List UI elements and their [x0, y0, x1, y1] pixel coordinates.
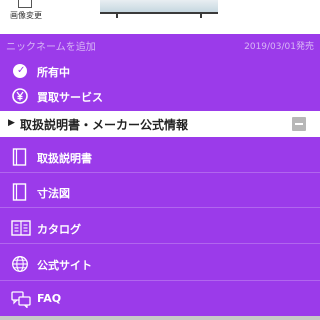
catalog-label: カタログ	[37, 223, 81, 236]
manual-icon	[11, 148, 29, 166]
minus-icon[interactable]	[292, 117, 306, 131]
dimension-icon	[11, 183, 29, 201]
change-image-label: 画像変更	[10, 11, 42, 20]
manual-item[interactable]: 取扱説明書	[0, 146, 320, 168]
dimension-item[interactable]: 寸法図	[0, 181, 320, 203]
product-image	[100, 0, 218, 18]
manual-label: 取扱説明書	[37, 152, 92, 165]
owned-status-item[interactable]: ✓ 所有中	[0, 60, 320, 82]
faq-icon	[11, 290, 31, 308]
divider	[0, 207, 320, 208]
catalog-item[interactable]: カタログ	[0, 217, 320, 239]
manual-section-header[interactable]: ▶ 取扱説明書・メーカー公式情報	[0, 111, 320, 137]
official-site-item[interactable]: 公式サイト	[0, 253, 320, 275]
official-site-label: 公式サイト	[37, 259, 92, 272]
buyback-service-label: 買取サービス	[37, 91, 103, 104]
owned-status-label: 所有中	[37, 66, 70, 79]
bottom-divider	[0, 316, 320, 320]
divider	[0, 243, 320, 244]
globe-icon	[11, 255, 29, 273]
check-circle-icon: ✓	[11, 62, 29, 80]
triangle-right-icon: ▶	[8, 118, 15, 128]
release-date: 2019/03/01発売	[244, 42, 314, 52]
faq-label: FAQ	[37, 292, 62, 305]
nickname-field[interactable]: ニックネームを追加	[6, 38, 96, 53]
catalog-icon	[11, 219, 31, 237]
dimension-label: 寸法図	[37, 187, 70, 200]
top-bar: 画像変更	[0, 0, 320, 34]
faq-item[interactable]: FAQ	[0, 288, 320, 310]
yen-circle-icon	[11, 87, 29, 105]
section-title: 取扱説明書・メーカー公式情報	[20, 118, 189, 132]
buyback-service-item[interactable]: 買取サービス	[0, 85, 320, 107]
divider	[0, 172, 320, 173]
nickname-row: ニックネームを追加 2019/03/01発売	[0, 36, 320, 56]
image-icon	[18, 0, 32, 8]
divider	[0, 280, 320, 281]
change-image-button[interactable]: 画像変更	[4, 0, 48, 26]
